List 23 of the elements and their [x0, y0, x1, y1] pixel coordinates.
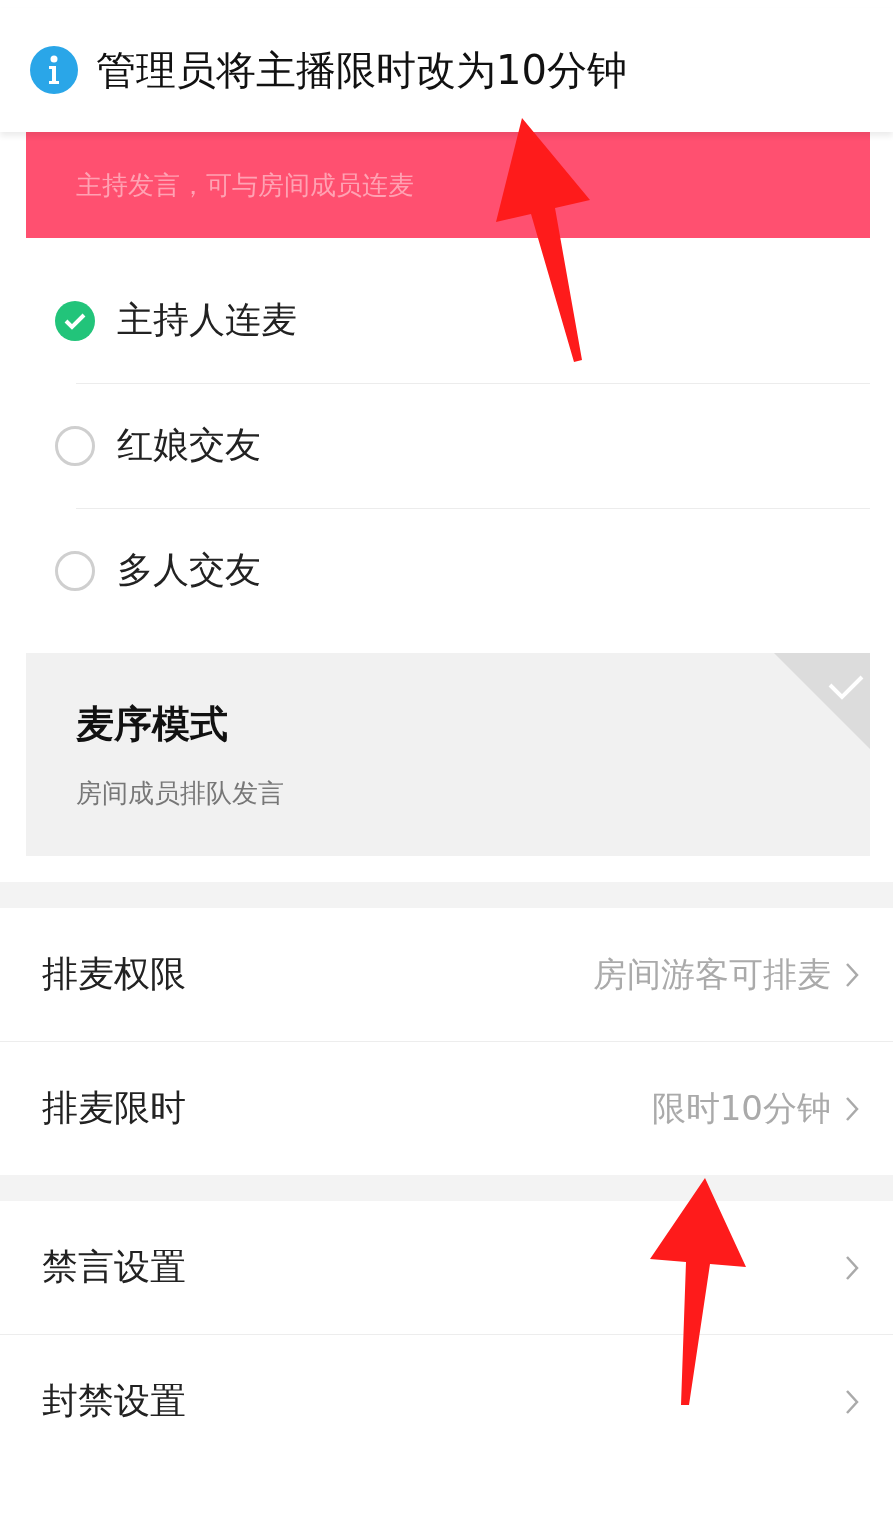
mode-description: 主持发言，可与房间成员连麦 [76, 168, 415, 202]
option-label: 主持人连麦 [117, 298, 297, 342]
chevron-icon [845, 961, 859, 988]
setting-label: 封禁设置 [42, 1379, 187, 1423]
setting-label: 排麦权限 [42, 952, 187, 996]
info-icon [30, 46, 78, 94]
settings-row[interactable]: 排麦权限 房间游客可排麦 [0, 908, 893, 1041]
chevron-icon [845, 1254, 859, 1281]
setting-value: 房间游客可排麦 [593, 952, 831, 996]
option-label: 红娘交友 [117, 423, 261, 467]
chevron-icon [845, 1095, 859, 1122]
setting-label: 排麦限时 [42, 1086, 187, 1130]
setting-label: 禁言设置 [42, 1245, 187, 1289]
option-row[interactable]: 主持人连麦 [26, 258, 870, 383]
toast-message: 管理员将主播限时改为10分钟 [96, 45, 627, 95]
mode-card[interactable]: 麦序模式 房间成员排队发言 [26, 653, 870, 856]
option-label: 多人交友 [117, 548, 261, 592]
corner-check-icon [774, 653, 870, 749]
chevron-icon [845, 1388, 859, 1415]
setting-value: 限时10分钟 [651, 1086, 831, 1130]
mode-description: 房间成员排队发言 [76, 776, 285, 810]
mode-title: 麦序模式 [76, 700, 229, 748]
settings-row[interactable]: 禁言设置 [0, 1201, 893, 1334]
